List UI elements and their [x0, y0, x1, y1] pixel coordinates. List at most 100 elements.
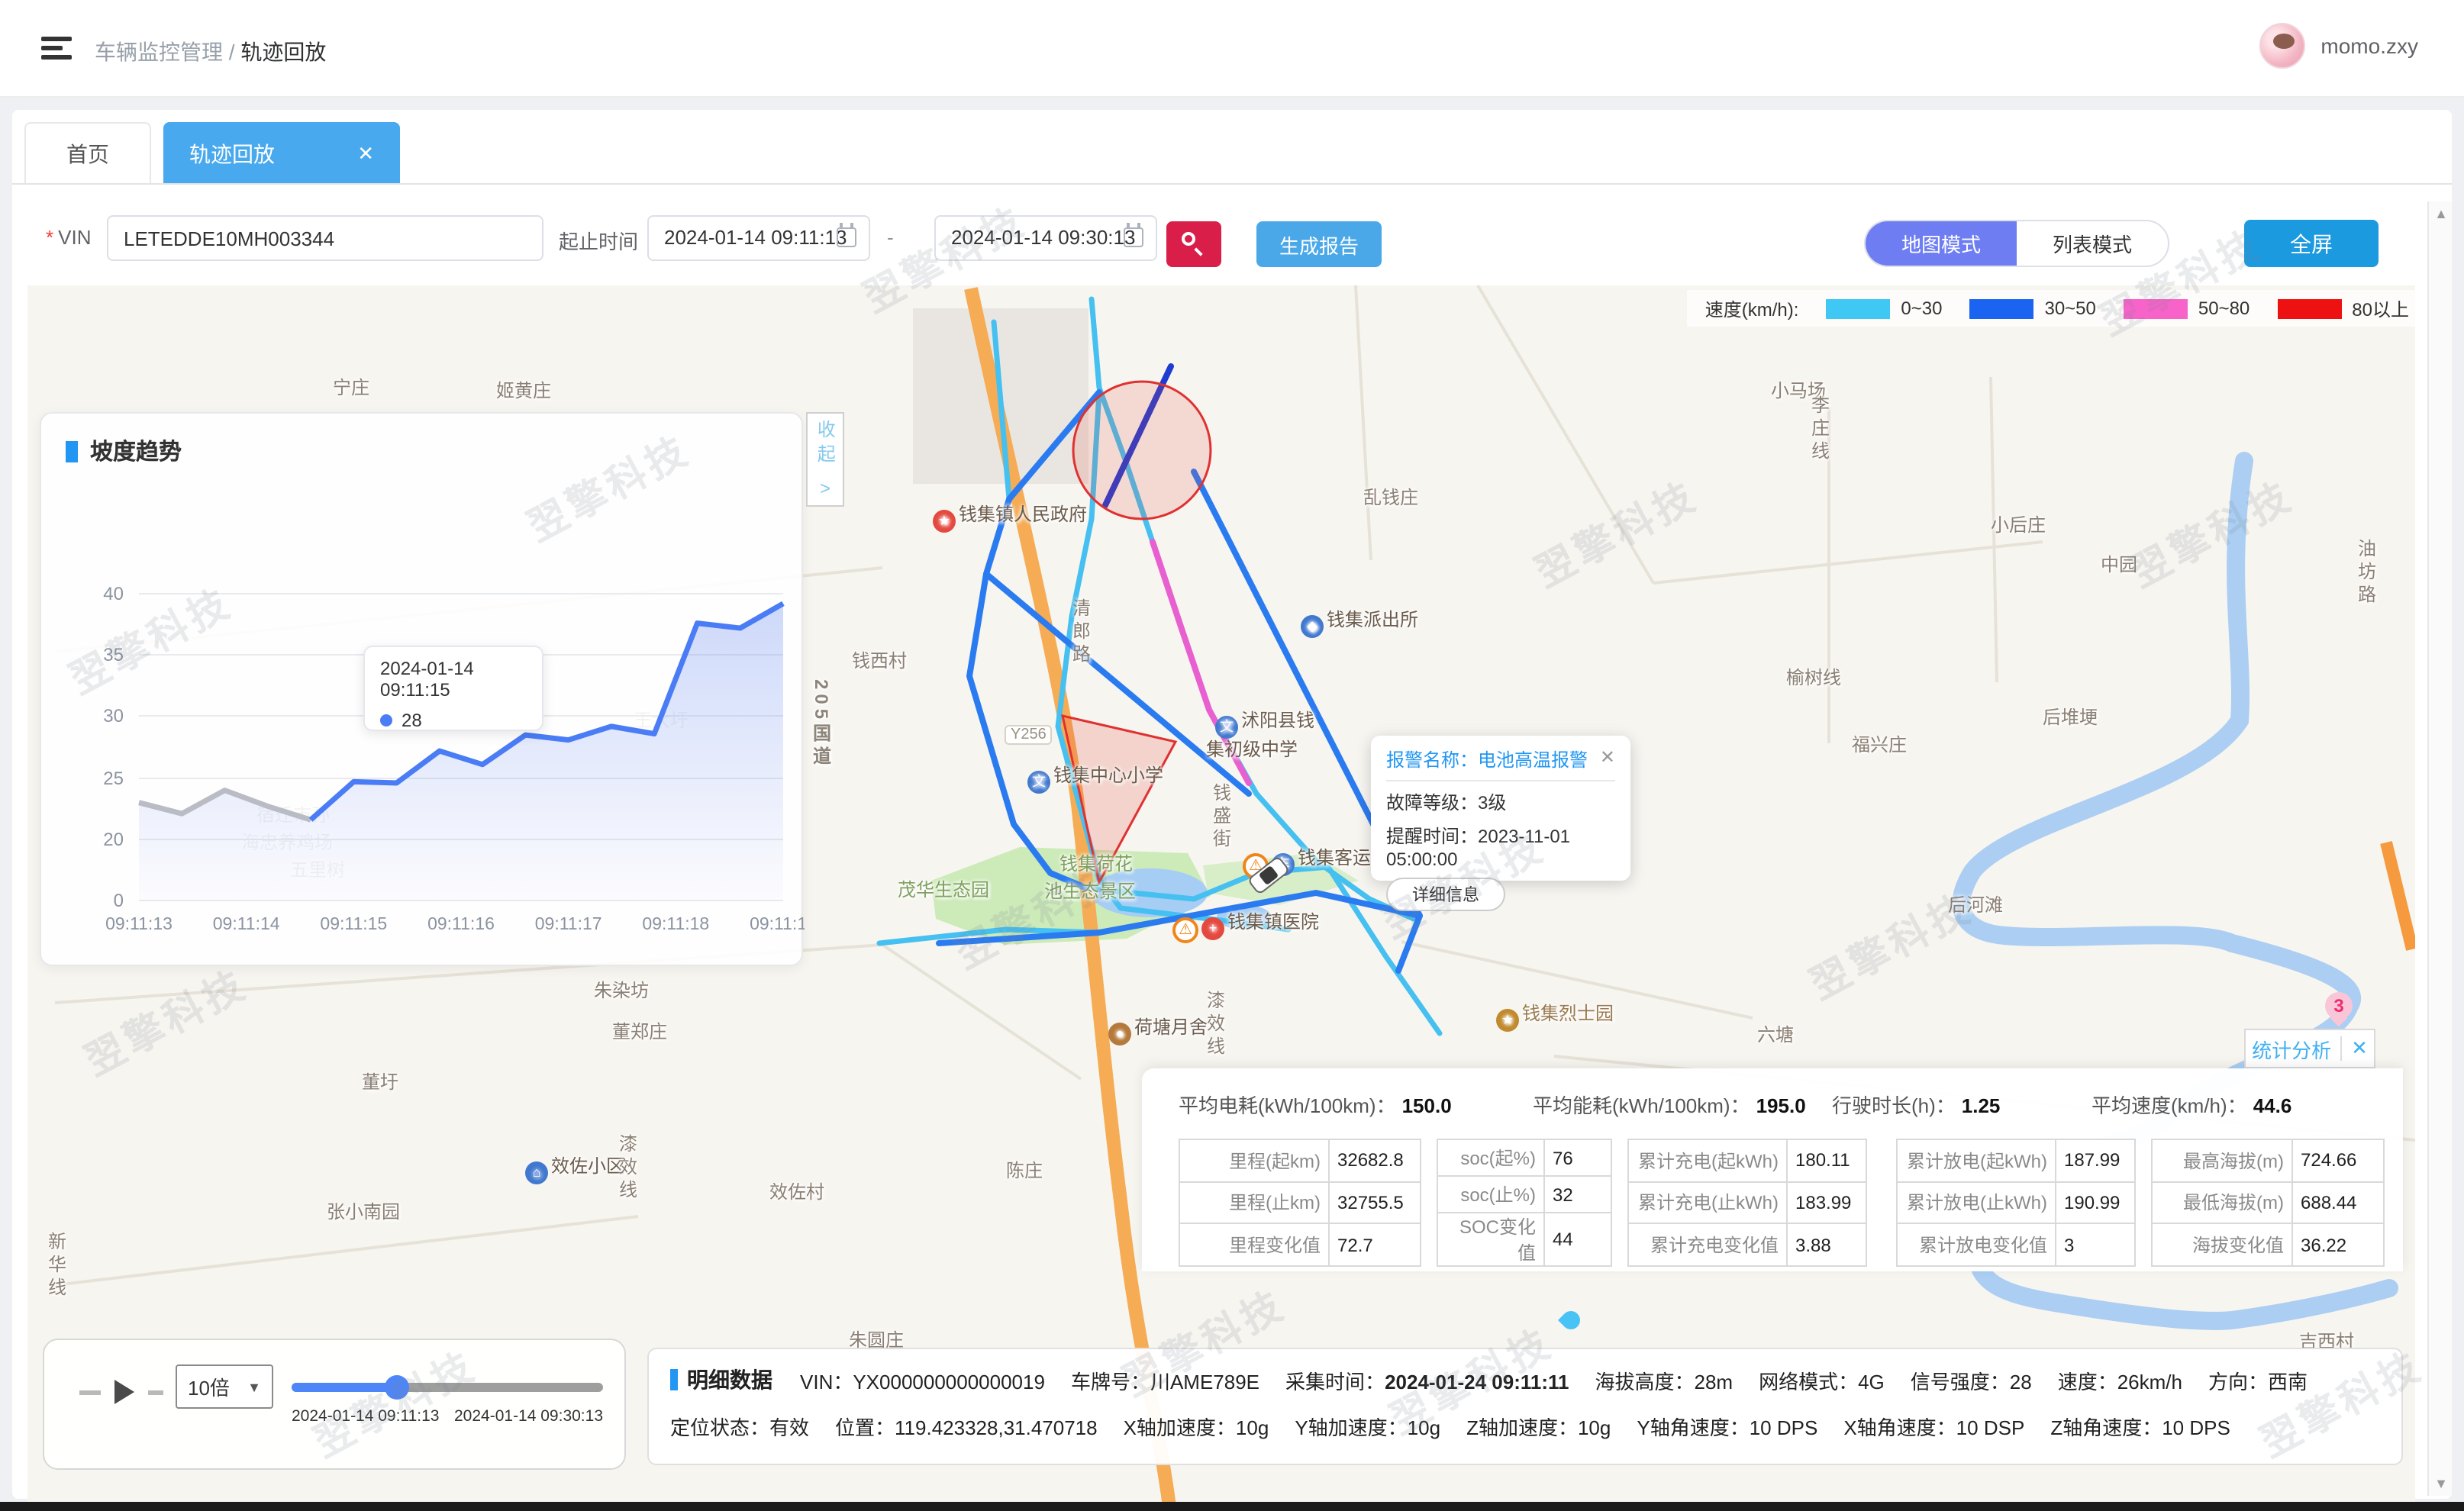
stat-value: 688.44 [2292, 1181, 2384, 1223]
stat-value: 76 [1544, 1139, 1611, 1176]
svg-text:25: 25 [103, 768, 124, 789]
vin-input[interactable] [107, 215, 543, 261]
scrollbar[interactable]: ▲ ▼ [2427, 201, 2452, 1496]
stat-value: 3 [2056, 1224, 2135, 1266]
alarm-marker-icon[interactable]: ⚠ [1172, 917, 1198, 943]
user-menu[interactable]: momo.zxy [2259, 23, 2418, 69]
map-label: 205国道 [809, 679, 835, 769]
stats-panel: 平均电耗(kWh/100km)：150.0平均能耗(kWh/100km)：195… [1142, 1068, 2403, 1271]
calendar-icon[interactable] [837, 227, 856, 247]
stat-metric: 行驶时长(h)：1.25 [1832, 1090, 2091, 1119]
stats-close-icon[interactable]: ✕ [2351, 1036, 2368, 1061]
playback-slider-handle[interactable] [385, 1375, 410, 1400]
legend-swatch [1969, 298, 2033, 318]
svg-text:40: 40 [103, 584, 124, 604]
legend-swatch [2124, 298, 2188, 318]
scroll-up-icon[interactable]: ▲ [2429, 201, 2453, 226]
stat-table: 里程(起km)32682.8里程(止km)32755.5里程变化值72.7 [1179, 1139, 1421, 1267]
speed-legend: 速度(km/h): 0~3030~5050~8080以上 [1687, 290, 2415, 327]
step-back-button[interactable] [79, 1390, 101, 1394]
stat-metric: 平均电耗(kWh/100km)：150.0 [1179, 1090, 1533, 1119]
search-icon [1182, 232, 1195, 246]
stat-key: 里程(止km) [1179, 1181, 1329, 1223]
top-header: 车辆监控管理 / 轨迹回放 momo.zxy [0, 0, 2464, 98]
end-time-input[interactable]: 2024-01-14 09:30:13 [934, 215, 1157, 261]
stat-table: 累计充电(起kWh)180.11累计充电(止kWh)183.99累计充电变化值3… [1627, 1139, 1867, 1267]
tab-bar: 首页 轨迹回放 ✕ [12, 122, 2452, 185]
detail-field: X轴角速度：10 DSP [1843, 1412, 2024, 1441]
breadcrumb-parent[interactable]: 车辆监控管理 [95, 40, 223, 64]
play-button[interactable] [114, 1380, 134, 1404]
breadcrumb: 车辆监控管理 / 轨迹回放 [95, 37, 326, 67]
svg-text:09:11:18: 09:11:18 [642, 913, 709, 933]
stat-metric: 平均能耗(kWh/100km)：195.0 [1533, 1090, 1832, 1119]
svg-text:09:11:16: 09:11:16 [427, 913, 495, 933]
svg-text:09:11:13: 09:11:13 [105, 913, 173, 933]
window-bottom-edge [0, 1502, 2464, 1511]
main-panel: 首页 轨迹回放 ✕ *VIN 起止时间 2024-01-14 09:11:13 … [12, 110, 2452, 1499]
map-label: 油坊路 [2354, 539, 2380, 607]
calendar-icon[interactable] [1124, 227, 1143, 247]
collapse-chart-button[interactable]: 收起 > [806, 412, 844, 507]
generate-report-button[interactable]: 生成报告 [1256, 221, 1382, 267]
map-label: ⚠+钱集镇医院 [1172, 908, 1319, 943]
popup-close-icon[interactable]: ✕ [1600, 746, 1615, 768]
fullscreen-button[interactable]: 全屏 [2244, 220, 2379, 267]
step-forward-button[interactable] [148, 1390, 163, 1394]
map-label: 新华线 [44, 1232, 70, 1300]
legend-range-label: 0~30 [1901, 298, 1942, 319]
detail-field: 海拔高度：28m [1595, 1365, 1734, 1394]
scroll-down-icon[interactable]: ▼ [2429, 1471, 2453, 1496]
svg-text:09:11:15: 09:11:15 [320, 913, 387, 933]
stats-metrics-row: 平均电耗(kWh/100km)：150.0平均能耗(kWh/100km)：195… [1179, 1090, 2372, 1119]
chart-tooltip: 2024-01-14 09:11:15 28 [363, 646, 543, 731]
view-mode-toggle: 地图模式 列表模式 [1864, 220, 2169, 267]
map-label: 榆树线 [1786, 664, 1841, 690]
school-poi-icon: 文 [1027, 771, 1050, 794]
stat-key: SOC变化值 [1437, 1213, 1544, 1266]
stat-value: 724.66 [2292, 1139, 2384, 1181]
map-label: ●荷塘月舍 [1108, 1013, 1208, 1045]
alarm-detail-button[interactable]: 详细信息 [1386, 878, 1505, 911]
svg-text:35: 35 [103, 645, 124, 665]
detail-field: 速度：26km/h [2058, 1365, 2182, 1394]
stat-value: 183.99 [1787, 1181, 1866, 1223]
map-label: 文钱集中心小学 [1027, 762, 1163, 794]
tab-track-playback[interactable]: 轨迹回放 ✕ [163, 122, 400, 183]
tab-home[interactable]: 首页 [24, 122, 151, 183]
map-label: 茂华生态园 [898, 876, 989, 902]
playback-slider[interactable] [292, 1383, 603, 1392]
search-button[interactable] [1166, 221, 1221, 267]
playback-speed-select[interactable]: 10倍 ▼ [176, 1364, 273, 1409]
start-time-input[interactable]: 2024-01-14 09:11:13 [647, 215, 870, 261]
stat-key: 累计充电(止kWh) [1628, 1181, 1787, 1223]
filter-row: *VIN 起止时间 2024-01-14 09:11:13 - 2024-01-… [12, 205, 2452, 275]
map-label: 后堆埂 [2043, 704, 2098, 730]
svg-text:20: 20 [103, 830, 124, 850]
detail-field: VIN：YX000000000000019 [800, 1365, 1045, 1394]
stat-value: 187.99 [2056, 1139, 2135, 1181]
detail-field: Y轴角速度：10 DPS [1637, 1412, 1817, 1441]
legend-range-label: 30~50 [2044, 298, 2095, 319]
stat-value: 36.22 [2292, 1224, 2384, 1266]
stat-key: soc(止%) [1437, 1176, 1544, 1213]
legend-swatch [2277, 298, 2341, 318]
map-label: 姬黄庄 [496, 377, 551, 403]
playback-end-time: 2024-01-14 09:30:13 [454, 1407, 603, 1426]
detail-field: X轴加速度：10g [1124, 1412, 1269, 1441]
sidebar-toggle-icon[interactable] [41, 37, 72, 61]
list-mode-button[interactable]: 列表模式 [2017, 221, 2168, 266]
map-label: 漆效线 [1203, 991, 1229, 1059]
tab-close-icon[interactable]: ✕ [357, 141, 374, 166]
avatar[interactable] [2259, 23, 2305, 69]
stat-key: 累计充电(起kWh) [1628, 1139, 1787, 1181]
geofence-circle [1073, 382, 1211, 519]
map-canvas[interactable]: 宁庄姬黄庄王大圩宿迁市孙海忠养鸡场五里树钱西村清郎路乱钱庄小马场李庄线小后庄中园… [27, 285, 2415, 1511]
stat-table: 最高海拔(m)724.66最低海拔(m)688.44海拔变化值36.22 [2151, 1139, 2385, 1267]
stat-value: 44 [1544, 1213, 1611, 1266]
map-mode-button[interactable]: 地图模式 [1866, 221, 2017, 266]
svg-text:30: 30 [103, 706, 124, 727]
stats-analysis-tab[interactable]: 统计分析 ✕ [2244, 1029, 2375, 1068]
map-label: 池生态景区 [1044, 878, 1136, 904]
stat-value: 72.7 [1329, 1224, 1421, 1266]
